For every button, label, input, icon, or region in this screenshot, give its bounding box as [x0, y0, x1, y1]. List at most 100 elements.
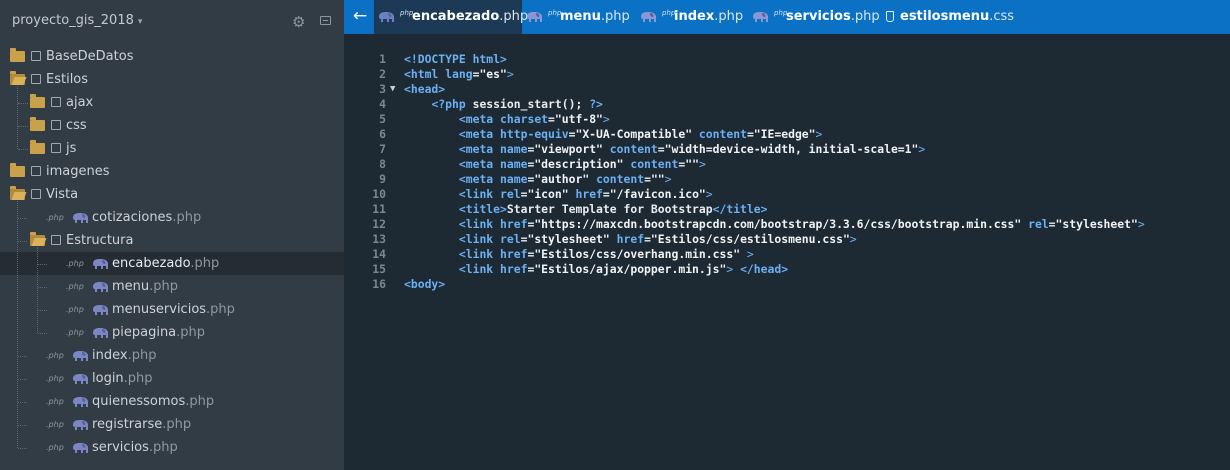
- fold-toggle-icon[interactable]: ▼: [390, 82, 395, 97]
- line-number: 7: [379, 142, 386, 156]
- tree-item-estructura[interactable]: Estructura: [0, 229, 344, 252]
- folder-outline-icon: [51, 235, 61, 245]
- php-file-label: .php: [46, 397, 64, 406]
- tab-label: estilosmenu.css: [900, 9, 1014, 24]
- tree-item-label: piepagina.php: [112, 325, 205, 340]
- line-number: 6: [379, 127, 386, 141]
- file-basename: menu: [112, 279, 150, 294]
- code-token: </title>: [712, 202, 768, 216]
- folder-icon: [10, 48, 25, 62]
- tab-bar: ← php encabezado.php php menu.php php index.p…: [344, 0, 1230, 34]
- code-token: >: [506, 67, 514, 81]
- tree-guide: [18, 126, 28, 127]
- code-text: <link href = "https://maxcdn.bootstrapcdn.…: [404, 217, 1145, 232]
- tree-item-vista[interactable]: Vista: [0, 183, 344, 206]
- code-token: >: [664, 172, 672, 186]
- tree-item-label: BaseDeDatos: [46, 49, 134, 64]
- code-token: "IE=edge": [753, 127, 816, 141]
- code-token: rel: [1028, 217, 1049, 231]
- code-token: >: [746, 247, 754, 261]
- tree-guide: [38, 287, 47, 288]
- code-text: <title>Starter Template for Bootstrap</t…: [404, 202, 768, 217]
- file-extension: .php: [123, 371, 153, 386]
- code-editor[interactable]: 1 <!DOCTYPE html> 2 <html lang="es"> 3 ▼ <head…: [344, 34, 1230, 470]
- tree-item-quienessomos[interactable]: .php quienessomos.php: [0, 390, 344, 413]
- php-elephant-icon: [72, 350, 89, 362]
- php-elephant-icon: [92, 304, 109, 316]
- tab-index[interactable]: php index.php: [636, 0, 748, 34]
- tree-item-ajax[interactable]: ajax: [0, 91, 344, 114]
- chevron-down-icon: ▾: [137, 17, 143, 27]
- file-extension: .php: [127, 348, 157, 363]
- php-file-label: .php: [46, 420, 64, 429]
- php-elephant-icon: [752, 11, 769, 23]
- code-text: <link rel="stylesheet" href="Estilos/css…: [404, 232, 857, 247]
- tab-estilosmenu[interactable]: estilosmenu.css: [876, 0, 1016, 34]
- tree-item-css[interactable]: css: [0, 114, 344, 137]
- line-number: 9: [379, 172, 386, 186]
- line-number: 2: [379, 67, 386, 81]
- tab-encabezado[interactable]: php encabezado.php: [374, 0, 528, 34]
- file-extension: .php: [149, 279, 179, 294]
- tab-basename: index: [674, 9, 715, 24]
- tree-guide: [18, 402, 27, 403]
- tree-guide: [18, 356, 27, 357]
- tab-label: encabezado.php: [412, 9, 528, 24]
- tree-item-label: Vista: [46, 187, 79, 202]
- tree-item-index[interactable]: .php index.php: [0, 344, 344, 367]
- code-token: >: [705, 187, 713, 201]
- php-elephant-icon: [72, 419, 89, 431]
- code-token: href: [500, 247, 528, 261]
- tree-item-piepagina[interactable]: .php piepagina.php: [0, 321, 344, 344]
- code-token: =: [548, 112, 555, 126]
- tree-item-menuservicios[interactable]: .php menuservicios.php: [0, 298, 344, 321]
- project-selector[interactable]: proyecto_gis_2018 ▾: [12, 13, 142, 28]
- tree-item-login[interactable]: .php login.php: [0, 367, 344, 390]
- file-basename: encabezado: [112, 256, 191, 271]
- tab-servicios[interactable]: php servicios.php: [748, 0, 880, 34]
- php-file-label: .php: [46, 374, 64, 383]
- tree-item-cotizaciones[interactable]: .php cotizaciones.php: [0, 206, 344, 229]
- folder-open-icon: [10, 71, 25, 85]
- code-token: rel: [500, 232, 521, 246]
- folder-open-icon: [10, 186, 25, 200]
- tree-item-basededatos[interactable]: BaseDeDatos: [0, 45, 344, 68]
- tab-basename: menu: [560, 9, 601, 24]
- project-sidebar: proyecto_gis_2018 ▾ ⚙ BaseDeDatos Estilos a…: [0, 0, 344, 470]
- code-token: name: [500, 172, 528, 186]
- tab-menu[interactable]: php menu.php: [522, 0, 636, 34]
- tree-item-imagenes[interactable]: imagenes: [0, 160, 344, 183]
- php-elephant-icon: [72, 373, 89, 385]
- php-elephant-icon: [72, 396, 89, 408]
- code-token: <title>: [458, 202, 507, 216]
- file-basename: quienessomos: [92, 394, 186, 409]
- back-arrow-icon[interactable]: ←: [350, 6, 370, 26]
- gear-icon[interactable]: ⚙: [292, 13, 305, 31]
- collapse-panel-icon[interactable]: [320, 16, 331, 25]
- tree-item-registrarse[interactable]: .php registrarse.php: [0, 413, 344, 436]
- line-number: 13: [372, 232, 386, 246]
- php-elephant-icon: [92, 258, 109, 270]
- tree-item-encabezado[interactable]: .php encabezado.php: [0, 252, 344, 275]
- php-file-label: .php: [66, 305, 84, 314]
- code-token: =: [644, 232, 651, 246]
- file-extension: .php: [185, 394, 215, 409]
- tree-item-js[interactable]: js: [0, 137, 344, 160]
- tree-item-estilos[interactable]: Estilos: [0, 68, 344, 91]
- folder-outline-icon: [51, 120, 61, 130]
- php-file-label: .php: [46, 213, 64, 222]
- tree-item-servicios[interactable]: .php servicios.php: [0, 436, 344, 459]
- code-token: ?>: [589, 97, 603, 111]
- file-extension: .php: [190, 256, 220, 271]
- code-token: =: [1048, 217, 1056, 231]
- php-elephant-icon: [526, 11, 543, 23]
- tree-item-menu[interactable]: .php menu.php: [0, 275, 344, 298]
